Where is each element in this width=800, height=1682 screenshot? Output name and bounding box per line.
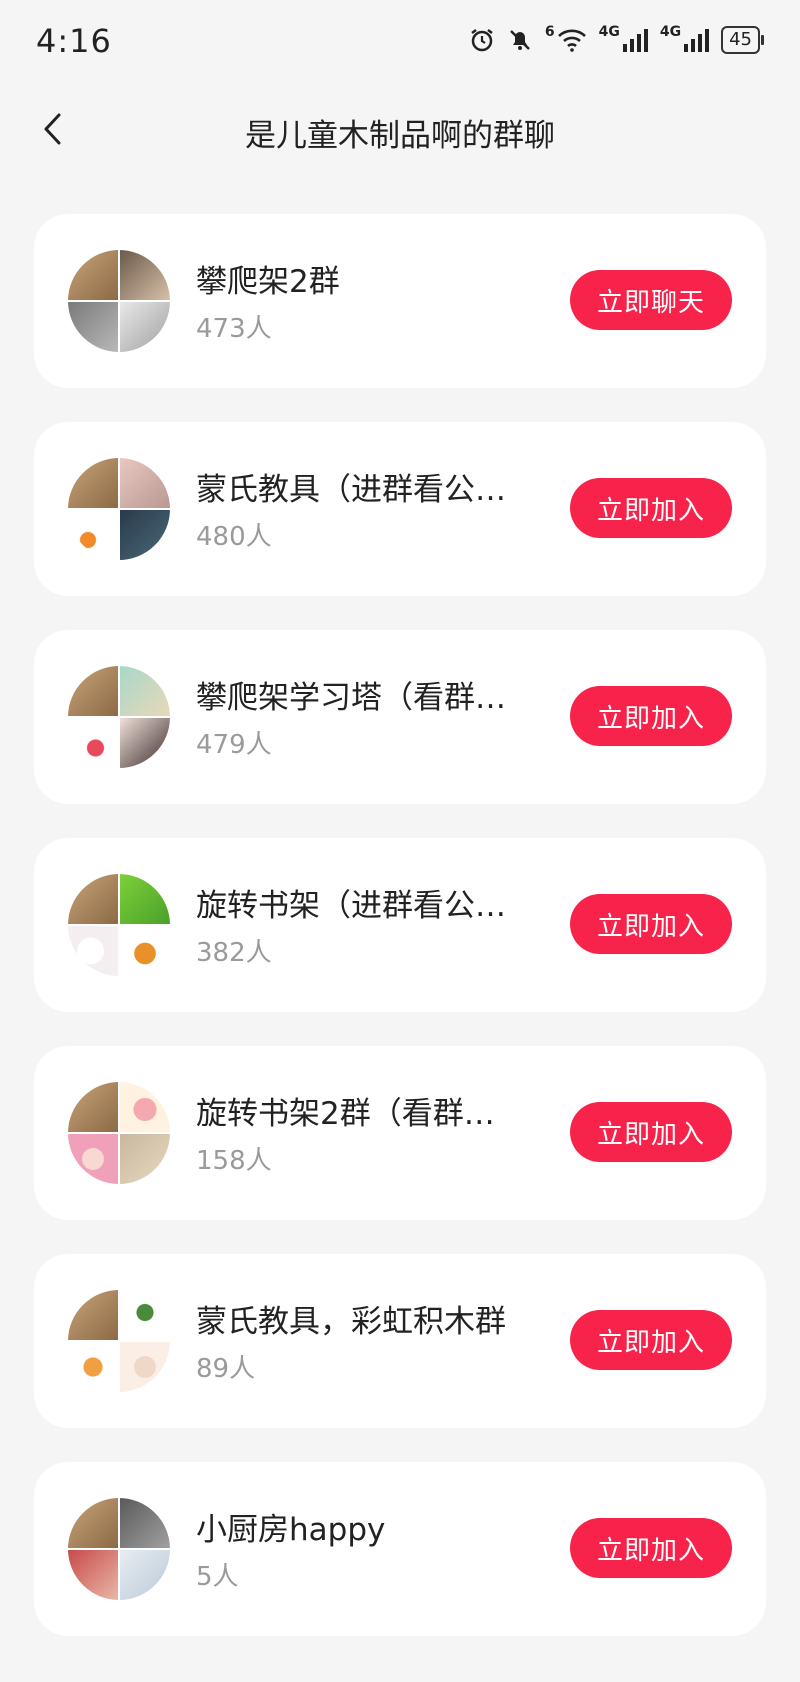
group-card[interactable]: 旋转书架（进群看公… 382人 立即加入 [34,838,766,1012]
group-member-count: 89人 [196,1354,256,1384]
wifi-icon: 6 [545,24,587,52]
group-avatar [68,874,170,976]
group-member-count: 382人 [196,938,272,968]
join-now-button[interactable]: 立即加入 [570,1518,732,1578]
group-name: 小厨房happy [196,1512,386,1548]
group-card[interactable]: 攀爬架学习塔（看群… 479人 立即加入 [34,630,766,804]
join-now-button[interactable]: 立即加入 [570,478,732,538]
page-title: 是儿童木制品啊的群聊 [245,118,555,154]
alarm-icon [469,27,495,53]
group-member-count: 480人 [196,522,272,552]
status-time: 4:16 [36,22,112,60]
group-card[interactable]: 旋转书架2群（看群… 158人 立即加入 [34,1046,766,1220]
group-avatar [68,666,170,768]
group-name: 攀爬架学习塔（看群… [196,680,506,716]
group-card[interactable]: 攀爬架2群 473人 立即聊天 [34,214,766,388]
group-card[interactable]: 蒙氏教具，彩虹积木群 89人 立即加入 [34,1254,766,1428]
group-member-count: 479人 [196,730,272,760]
group-name: 蒙氏教具，彩虹积木群 [196,1304,506,1340]
group-name: 攀爬架2群 [196,264,340,300]
signal-icon-2: 4G [660,24,710,52]
group-member-count: 158人 [196,1146,272,1176]
battery-indicator: 45 [721,26,764,54]
mute-bell-icon [507,27,533,53]
group-avatar [68,250,170,352]
group-avatar [68,1290,170,1392]
join-now-button[interactable]: 立即加入 [570,1310,732,1370]
signal-icon-1: 4G [599,24,648,52]
status-bar: 4:16 6 4G 4G 45 [0,0,800,84]
status-icons: 6 4G 4G 45 [469,24,764,54]
nav-bar: 是儿童木制品啊的群聊 [0,84,800,180]
join-now-button[interactable]: 立即加入 [570,686,732,746]
join-now-button[interactable]: 立即加入 [570,894,732,954]
group-avatar [68,1498,170,1600]
group-name: 旋转书架2群（看群… [196,1096,495,1132]
chat-now-button[interactable]: 立即聊天 [570,270,732,330]
group-member-count: 473人 [196,314,272,344]
group-card[interactable]: 小厨房happy 5人 立即加入 [34,1462,766,1636]
group-avatar [68,458,170,560]
group-name: 蒙氏教具（进群看公… [196,472,506,508]
group-card[interactable]: 蒙氏教具（进群看公… 480人 立即加入 [34,422,766,596]
group-avatar [68,1082,170,1184]
join-now-button[interactable]: 立即加入 [570,1102,732,1162]
group-member-count: 5人 [196,1562,239,1592]
group-list: 攀爬架2群 473人 立即聊天 蒙氏教具（进群看公… 480人 立即加入 攀爬架… [34,214,766,1670]
group-name: 旋转书架（进群看公… [196,888,506,924]
